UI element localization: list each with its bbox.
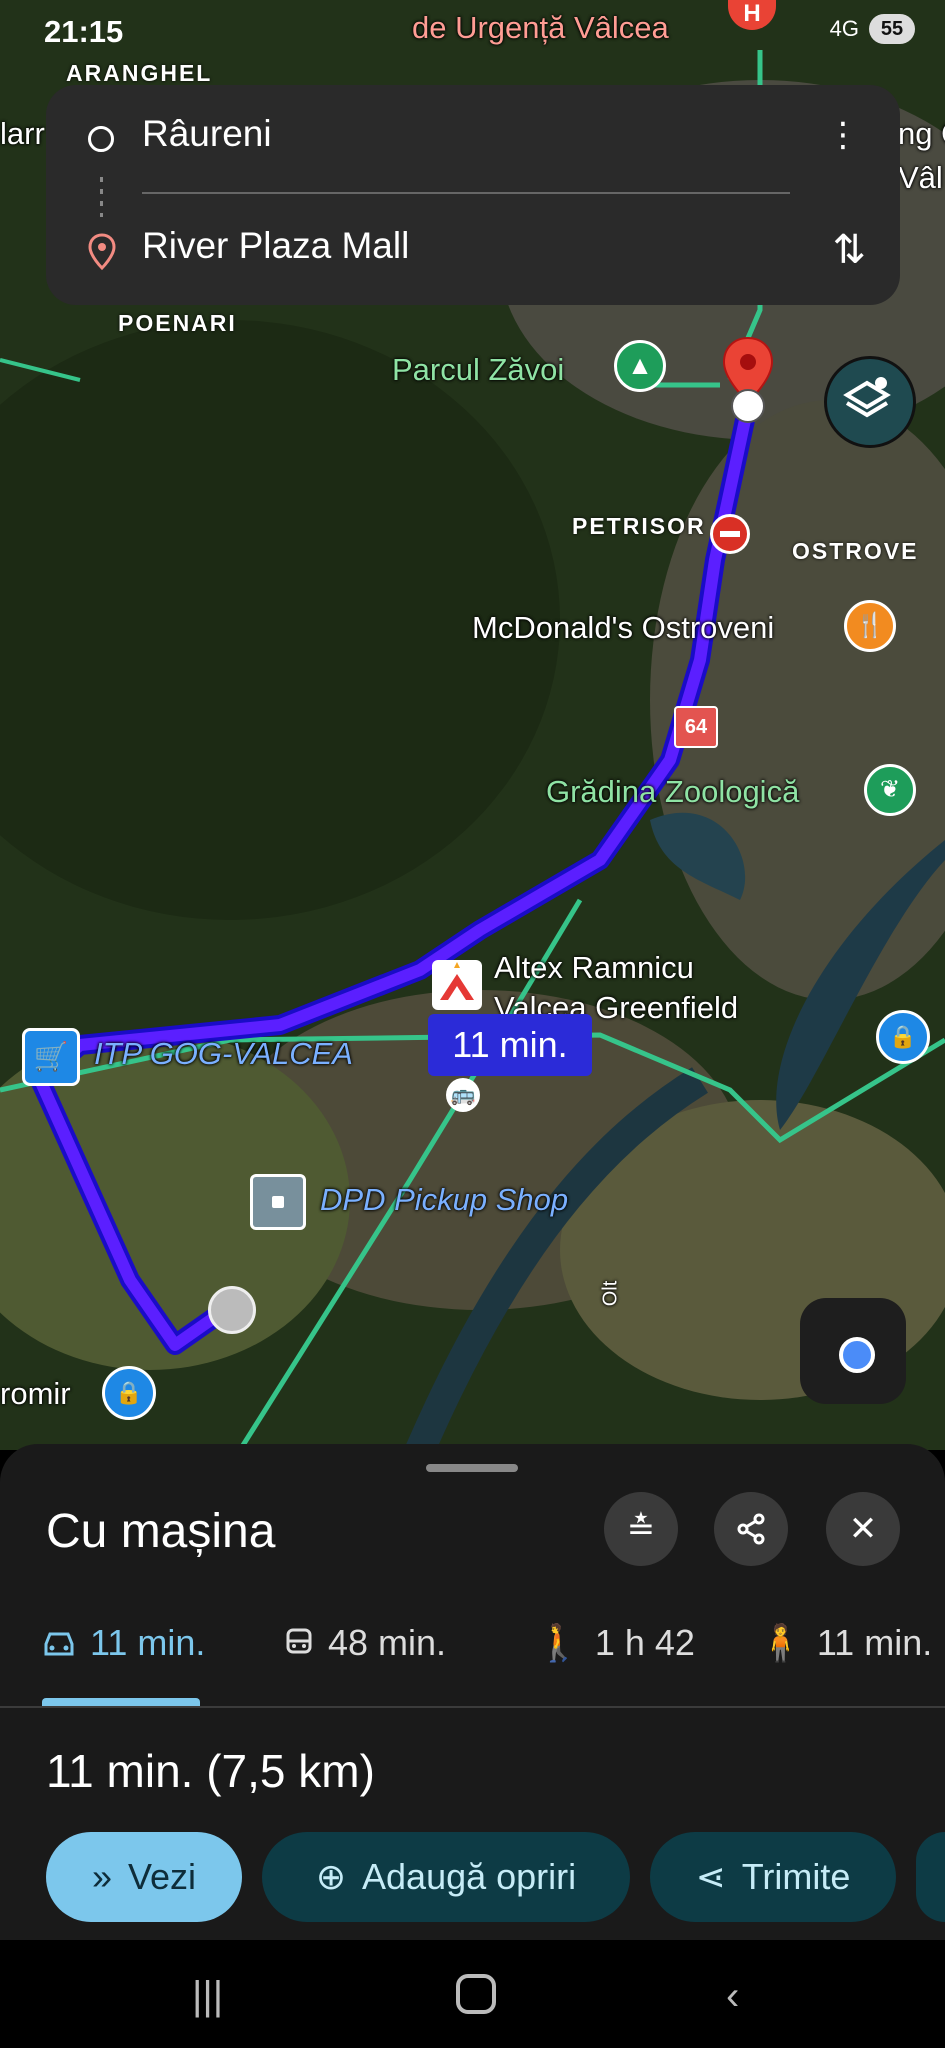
road-shield-64: 64 (674, 706, 718, 748)
tab-ride[interactable]: 🧍 11 min. (758, 1622, 932, 1664)
poi-label-zoo[interactable]: Grădina Zoologică (546, 774, 799, 810)
tab-driving-label: 11 min. (90, 1622, 206, 1663)
bus-stop-icon[interactable]: 🚌 (446, 1078, 480, 1112)
tab-transit-label: 48 min. (328, 1622, 447, 1663)
park-icon[interactable]: ▲ (614, 340, 666, 392)
origin-circle-icon (88, 126, 114, 152)
edge-label-bottom-left: romir (0, 1376, 71, 1411)
more-options-icon[interactable]: ⋮ (826, 115, 860, 155)
area-label-aranghel: ARANGHEL (66, 60, 213, 86)
sheet-handle[interactable] (426, 1464, 518, 1472)
directions-card: Râureni ⋮ River Plaza Mall ⇅ (46, 85, 900, 305)
destination-row[interactable]: River Plaza Mall (46, 197, 900, 297)
route-summary: 11 min. (7,5 km) (46, 1745, 375, 1797)
poi-label-parcul-zavoi[interactable]: Parcul Zăvoi (392, 352, 564, 388)
add-stop-icon: ⊕ (315, 1856, 347, 1897)
add-stops-button[interactable]: ⊕ Adaugă opriri (262, 1832, 630, 1922)
destination-pin-small-icon (87, 233, 117, 276)
close-button[interactable]: ✕ (826, 1492, 900, 1566)
dpd-icon[interactable] (250, 1174, 306, 1230)
battery-icon: 55 (869, 14, 915, 44)
view-button-label: Vezi (127, 1856, 197, 1897)
share-small-icon: ⋖ (695, 1856, 726, 1897)
edge-label-right-mid: Vâl (898, 160, 943, 195)
more-actions-pill[interactable] (916, 1832, 945, 1922)
poi-label-altex-line1[interactable]: Altex Ramnicu (494, 950, 694, 986)
share-button[interactable]: ⋖ Trimite (650, 1832, 896, 1922)
home-icon[interactable] (456, 1974, 496, 2014)
lock-icon[interactable]: 🔒 (876, 1010, 930, 1064)
share-icon (737, 1513, 765, 1545)
zoo-icon[interactable]: ❦ (864, 764, 916, 816)
search-divider (142, 192, 790, 194)
back-icon[interactable]: ‹ (726, 1974, 739, 2019)
restaurant-icon[interactable]: 🍴 (844, 600, 896, 652)
area-label-petrisor: PETRISOR (572, 513, 706, 539)
status-time: 21:15 (44, 14, 124, 49)
layers-icon (843, 377, 891, 418)
destination-input[interactable]: River Plaza Mall (142, 225, 409, 267)
status-icons: 4G 55 (830, 14, 915, 44)
tab-walking[interactable]: 🚶 1 h 42 (536, 1622, 695, 1664)
swap-icon[interactable]: ⇅ (832, 227, 866, 273)
tune-icon: ≛ (626, 1510, 656, 1548)
lock-icon-bottom[interactable]: 🔒 (102, 1366, 156, 1420)
my-location-icon (839, 1337, 875, 1373)
edge-label-left: larr (0, 116, 45, 151)
close-icon: ✕ (848, 1510, 878, 1548)
origin-row[interactable]: Râureni ⋮ (46, 85, 900, 185)
double-chevron-icon: » (91, 1856, 112, 1897)
share-route-button[interactable] (714, 1492, 788, 1566)
car-icon (44, 1632, 74, 1656)
recent-apps-icon[interactable]: ||| (192, 1974, 223, 2019)
origin-marker-icon (208, 1286, 256, 1334)
layers-button[interactable] (824, 356, 916, 448)
view-button[interactable]: » Vezi (46, 1832, 242, 1922)
poi-label-mcdonalds[interactable]: McDonald's Ostroveni (472, 610, 774, 646)
river-label-olt: Olt (599, 1280, 622, 1307)
route-options-button[interactable]: ≛ (604, 1492, 678, 1566)
edge-label-right-top: ng O (898, 116, 945, 151)
area-label-ostroveni: OSTROVE (792, 538, 919, 564)
my-location-button[interactable] (800, 1298, 906, 1404)
directions-sheet: Cu mașina ≛ ✕ 11 min. 48 min. 🚶 1 h 42 🧍… (0, 1444, 945, 1940)
walk-icon: 🚶 (536, 1622, 581, 1663)
store-icon[interactable] (432, 960, 482, 1010)
mode-title: Cu mașina (46, 1505, 276, 1558)
poi-label-itp[interactable]: ITP GOG-VALCEA (94, 1036, 353, 1072)
tab-ride-label: 11 min. (816, 1622, 933, 1663)
tab-transit[interactable]: 48 min. (284, 1622, 446, 1664)
train-icon (286, 1628, 312, 1654)
system-navbar: ||| ‹ (0, 1940, 945, 2048)
share-button-label: Trimite (741, 1856, 851, 1897)
tab-driving[interactable]: 11 min. (42, 1622, 205, 1664)
tabs-divider (0, 1706, 945, 1708)
hospital-label: de Urgență Vâlcea (412, 10, 669, 45)
origin-input[interactable]: Râureni (142, 113, 272, 155)
route-eta-badge[interactable]: 11 min. (428, 1014, 592, 1076)
poi-label-dpd[interactable]: DPD Pickup Shop (320, 1182, 568, 1218)
no-entry-icon (710, 514, 750, 554)
area-label-poenari: POENARI (118, 310, 237, 336)
network-label: 4G (829, 16, 859, 41)
shopping-icon[interactable]: 🛒 (22, 1028, 80, 1086)
add-stops-label: Adaugă opriri (362, 1856, 577, 1897)
active-tab-indicator (42, 1698, 200, 1706)
ride-icon: 🧍 (758, 1622, 803, 1663)
tab-walking-label: 1 h 42 (594, 1622, 695, 1663)
